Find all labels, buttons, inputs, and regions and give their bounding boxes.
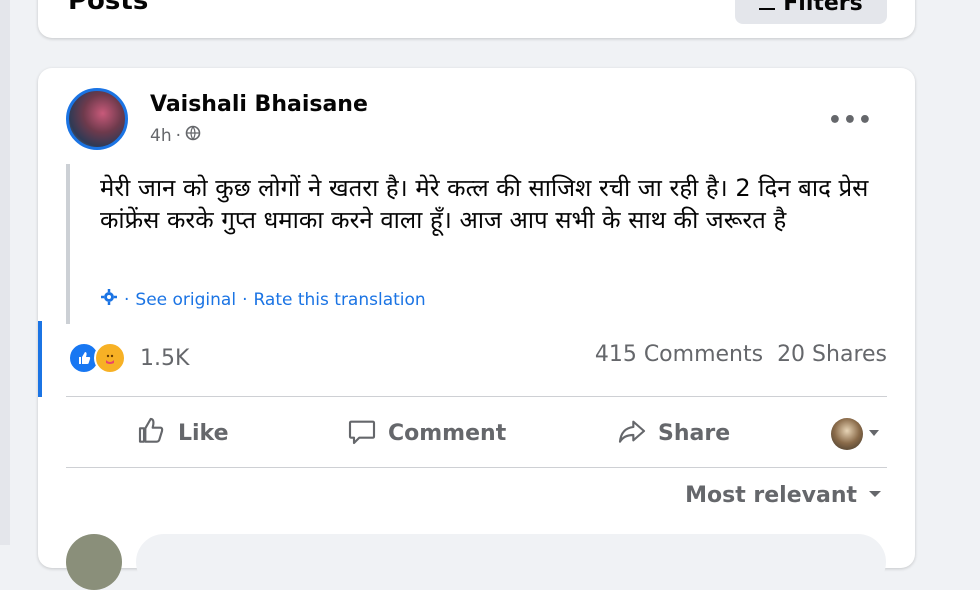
author-name[interactable]: Vaishali Bhaisane xyxy=(150,92,368,117)
gear-icon xyxy=(100,288,118,311)
comment-label: Comment xyxy=(388,421,507,446)
care-reaction-icon xyxy=(94,342,126,374)
page-left-strip xyxy=(0,0,10,545)
filters-button[interactable]: Filters xyxy=(735,0,887,24)
post-meta: 4h · xyxy=(150,125,201,146)
translation-links: · See original · Rate this translation xyxy=(100,288,426,311)
focus-accent-bar xyxy=(38,321,42,397)
like-label: Like xyxy=(178,421,229,446)
chevron-down-icon xyxy=(867,483,883,508)
more-options-icon[interactable]: ••• xyxy=(828,108,873,133)
dot-separator: · xyxy=(242,289,248,310)
post-text: मेरी जान को कुछ लोगों ने खतरा है। मेरे क… xyxy=(100,174,869,234)
sort-label: Most relevant xyxy=(685,483,857,508)
rate-translation-link[interactable]: Rate this translation xyxy=(253,290,425,310)
divider xyxy=(66,467,887,468)
share-arrow-icon xyxy=(616,415,648,453)
posts-header-card: Posts Filters xyxy=(38,0,915,38)
globe-icon xyxy=(185,125,201,146)
meta-separator: · xyxy=(175,125,181,146)
shares-count[interactable]: 20 Shares xyxy=(777,342,887,367)
author-avatar[interactable] xyxy=(66,88,128,150)
filters-label: Filters xyxy=(783,0,863,16)
commenter-avatar xyxy=(66,534,122,590)
share-label: Share xyxy=(658,421,731,446)
post-card: Vaishali Bhaisane 4h · ••• मेरी जान को क… xyxy=(38,68,915,590)
translation-bar xyxy=(66,164,70,324)
comment-button[interactable]: Comment xyxy=(346,415,506,453)
comment-sort-dropdown[interactable]: Most relevant xyxy=(685,483,883,508)
reactions-count: 1.5K xyxy=(140,345,190,371)
divider xyxy=(66,396,887,397)
comments-count[interactable]: 415 Comments xyxy=(595,342,763,367)
comment-icon xyxy=(346,415,378,453)
profile-thumbnail-icon xyxy=(831,417,863,450)
share-button[interactable]: Share xyxy=(616,415,730,453)
reaction-profile-selector[interactable] xyxy=(831,417,881,450)
comment-input[interactable] xyxy=(136,534,886,590)
post-stats: 415 Comments 20 Shares xyxy=(595,342,887,367)
reactions-summary[interactable]: 1.5K xyxy=(68,342,189,374)
like-button[interactable]: Like xyxy=(136,415,229,453)
posts-title: Posts xyxy=(68,0,149,16)
post-actions: Like Comment Share xyxy=(66,401,887,466)
post-time[interactable]: 4h xyxy=(150,126,172,146)
chevron-down-icon xyxy=(867,421,881,446)
see-original-link[interactable]: See original xyxy=(135,290,236,310)
filters-icon xyxy=(759,0,776,10)
thumbs-up-icon xyxy=(136,415,168,453)
dot-separator: · xyxy=(124,289,130,310)
